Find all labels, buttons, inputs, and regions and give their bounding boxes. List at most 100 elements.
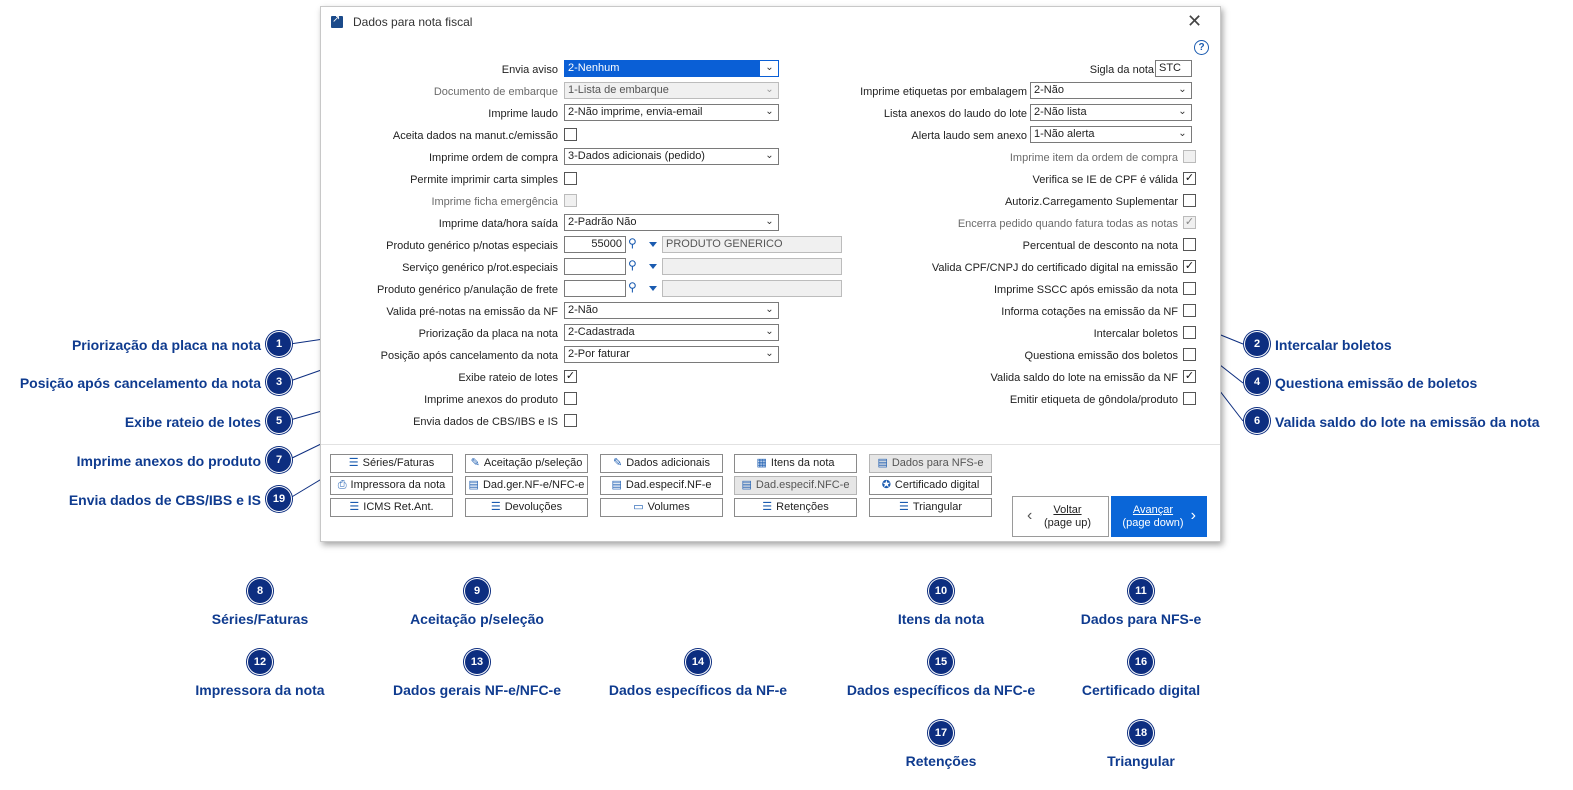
intercalar-boletos-checkbox[interactable]: [1183, 326, 1196, 339]
aceita-dados-checkbox[interactable]: [564, 128, 577, 141]
valida-saldo-label: Valida saldo do lote na emissão da NF: [990, 372, 1178, 384]
imprime-ficha-label: Imprime ficha emergência: [431, 196, 558, 208]
help-icon[interactable]: ?: [1194, 40, 1209, 55]
chevron-down-icon: ⌄: [760, 149, 778, 164]
permite-carta-checkbox[interactable]: [564, 172, 577, 185]
valida-pre-notas-select[interactable]: 2-Não ⌄: [564, 302, 779, 319]
callout-19-text: Envia dados de CBS/IBS e IS: [68, 492, 261, 508]
close-icon[interactable]: ✕: [1187, 11, 1202, 32]
search-icon[interactable]: ⚲: [628, 280, 637, 294]
valida-cpf-checkbox[interactable]: ✓: [1183, 260, 1196, 273]
informa-cotacoes-label: Informa cotações na emissão da NF: [1001, 306, 1178, 318]
priorizacao-placa-label: Priorização da placa na nota: [418, 328, 558, 340]
volumes-button[interactable]: ▭ Volumes: [600, 498, 723, 517]
produto-anulacao-label: Produto genérico p/anulação de frete: [376, 284, 558, 296]
callout-17-text: Retenções: [905, 753, 977, 769]
imprime-item-ordem-label: Imprime item da ordem de compra: [1009, 152, 1178, 164]
percentual-desconto-checkbox[interactable]: [1183, 238, 1196, 251]
callout-18-text: Triangular: [1107, 753, 1175, 769]
callout-17-badge: 17: [929, 721, 953, 745]
devolucoes-button[interactable]: ☰ Devoluções: [465, 498, 588, 517]
produto-anulacao-desc: [662, 280, 842, 297]
questiona-emissao-checkbox[interactable]: [1183, 348, 1196, 361]
itens-nota-button[interactable]: ▦ Itens da nota: [734, 454, 857, 473]
lista-anexos-label: Lista anexos do laudo do lote: [883, 108, 1027, 120]
imprime-ficha-checkbox: [564, 194, 577, 207]
envia-aviso-select[interactable]: 2-Nenhum ⌄: [564, 60, 779, 77]
series-faturas-button[interactable]: ☰ Séries/Faturas: [330, 454, 453, 473]
dropdown-arrow-icon[interactable]: [649, 242, 657, 247]
dad-ger-nfe-button[interactable]: ▤ Dad.ger.NF-e/NFC-e: [465, 476, 588, 495]
chevron-down-icon: ⌄: [760, 215, 778, 230]
title-bar: Dados para nota fiscal ✕: [321, 7, 1220, 37]
callout-1-badge: 1: [267, 332, 291, 356]
nfce-file-icon: ▤: [741, 479, 752, 491]
alerta-laudo-label: Alerta laudo sem anexo: [911, 130, 1027, 142]
retencoes-button[interactable]: ☰ Retenções: [734, 498, 857, 517]
dropdown-arrow-icon[interactable]: [649, 286, 657, 291]
encerra-pedido-checkbox: ✓: [1183, 216, 1196, 229]
aceita-dados-label: Aceita dados na manut.c/emissão: [392, 130, 558, 142]
chevron-down-icon: ⌄: [760, 325, 778, 340]
priorizacao-placa-select[interactable]: 2-Cadastrada ⌄: [564, 324, 779, 341]
icms-ret-ant-button[interactable]: ☰ ICMS Ret.Ant.: [330, 498, 453, 517]
posicao-cancelamento-select[interactable]: 2-Por faturar ⌄: [564, 346, 779, 363]
callout-9-text: Aceitação p/seleção: [410, 611, 544, 627]
impressora-nota-button[interactable]: ⎙ Impressora da nota: [330, 476, 453, 495]
produto-anulacao-code-input[interactable]: [564, 280, 626, 297]
imprime-anexos-label: Imprime anexos do produto: [424, 394, 558, 406]
informa-cotacoes-checkbox[interactable]: [1183, 304, 1196, 317]
servico-generico-code-input[interactable]: [564, 258, 626, 275]
chevron-down-icon: ⌄: [1173, 83, 1191, 98]
triangular-button[interactable]: ☰ Triangular: [869, 498, 992, 517]
document-icon: ☰: [490, 501, 501, 513]
encerra-pedido-label: Encerra pedido quando fatura todas as no…: [957, 218, 1178, 230]
envia-cbs-checkbox[interactable]: [564, 414, 577, 427]
lista-anexos-select[interactable]: 2-Não lista ⌄: [1030, 104, 1192, 121]
verifica-ie-checkbox[interactable]: ✓: [1183, 172, 1196, 185]
emitir-etiqueta-checkbox[interactable]: [1183, 392, 1196, 405]
imprime-anexos-checkbox[interactable]: [564, 392, 577, 405]
callout-13-badge: 13: [465, 650, 489, 674]
aceitacao-selecao-button[interactable]: ✎ Aceitação p/seleção: [465, 454, 588, 473]
valida-cpf-label: Valida CPF/CNPJ do certificado digital n…: [931, 262, 1178, 274]
imprime-etiquetas-select[interactable]: 2-Não ⌄: [1030, 82, 1192, 99]
callout-7-badge: 7: [267, 448, 291, 472]
emitir-etiqueta-label: Emitir etiqueta de gôndola/produto: [1009, 394, 1178, 406]
callout-8-badge: 8: [248, 579, 272, 603]
avancar-button[interactable]: Avançar (page down) ›: [1111, 496, 1207, 537]
alerta-laudo-select[interactable]: 1-Não alerta ⌄: [1030, 126, 1192, 143]
edit-icon: ✎: [613, 457, 623, 469]
voltar-button[interactable]: ‹ Voltar (page up): [1012, 496, 1109, 537]
chevron-left-icon: ‹: [1027, 507, 1033, 524]
callout-13-text: Dados gerais NF-e/NFC-e: [392, 682, 562, 698]
callout-14-text: Dados específicos da NF-e: [608, 682, 788, 698]
dados-nfse-button: ▤ Dados para NFS-e: [869, 454, 992, 473]
sigla-nota-input[interactable]: STC: [1155, 60, 1192, 77]
nfse-file-icon: ▤: [877, 457, 888, 469]
callout-18-badge: 18: [1129, 721, 1153, 745]
valida-saldo-checkbox[interactable]: ✓: [1183, 370, 1196, 383]
autoriz-carregamento-checkbox[interactable]: [1183, 194, 1196, 207]
chevron-down-icon: ⌄: [760, 303, 778, 318]
search-icon[interactable]: ⚲: [628, 236, 637, 250]
chevron-down-icon: ⌄: [760, 105, 778, 120]
printer-icon: ⎙: [337, 479, 347, 491]
callout-16-text: Certificado digital: [1081, 682, 1201, 698]
callout-4-text: Questiona emissão de boletos: [1275, 375, 1478, 391]
callout-4-badge: 4: [1245, 370, 1269, 394]
verifica-ie-label: Verifica se IE de CPF é válida: [1032, 174, 1178, 186]
imprime-sscc-checkbox[interactable]: [1183, 282, 1196, 295]
imprime-data-label: Imprime data/hora saída: [438, 218, 558, 230]
search-icon[interactable]: ⚲: [628, 258, 637, 272]
dropdown-arrow-icon[interactable]: [649, 264, 657, 269]
imprime-laudo-select[interactable]: 2-Não imprime, envia-email ⌄: [564, 104, 779, 121]
imprime-data-select[interactable]: 2-Padrão Não ⌄: [564, 214, 779, 231]
produto-generico-code-input[interactable]: 55000: [564, 236, 626, 253]
dad-espec-nfe-button[interactable]: ▤ Dad.especif.NF-e: [600, 476, 723, 495]
exibe-rateio-checkbox[interactable]: ✓: [564, 370, 577, 383]
dados-adicionais-button[interactable]: ✎ Dados adicionais: [600, 454, 723, 473]
callout-12-text: Impressora da nota: [195, 682, 325, 698]
certificado-digital-button[interactable]: ✪ Certificado digital: [869, 476, 992, 495]
imprime-ordem-select[interactable]: 3-Dados adicionais (pedido) ⌄: [564, 148, 779, 165]
